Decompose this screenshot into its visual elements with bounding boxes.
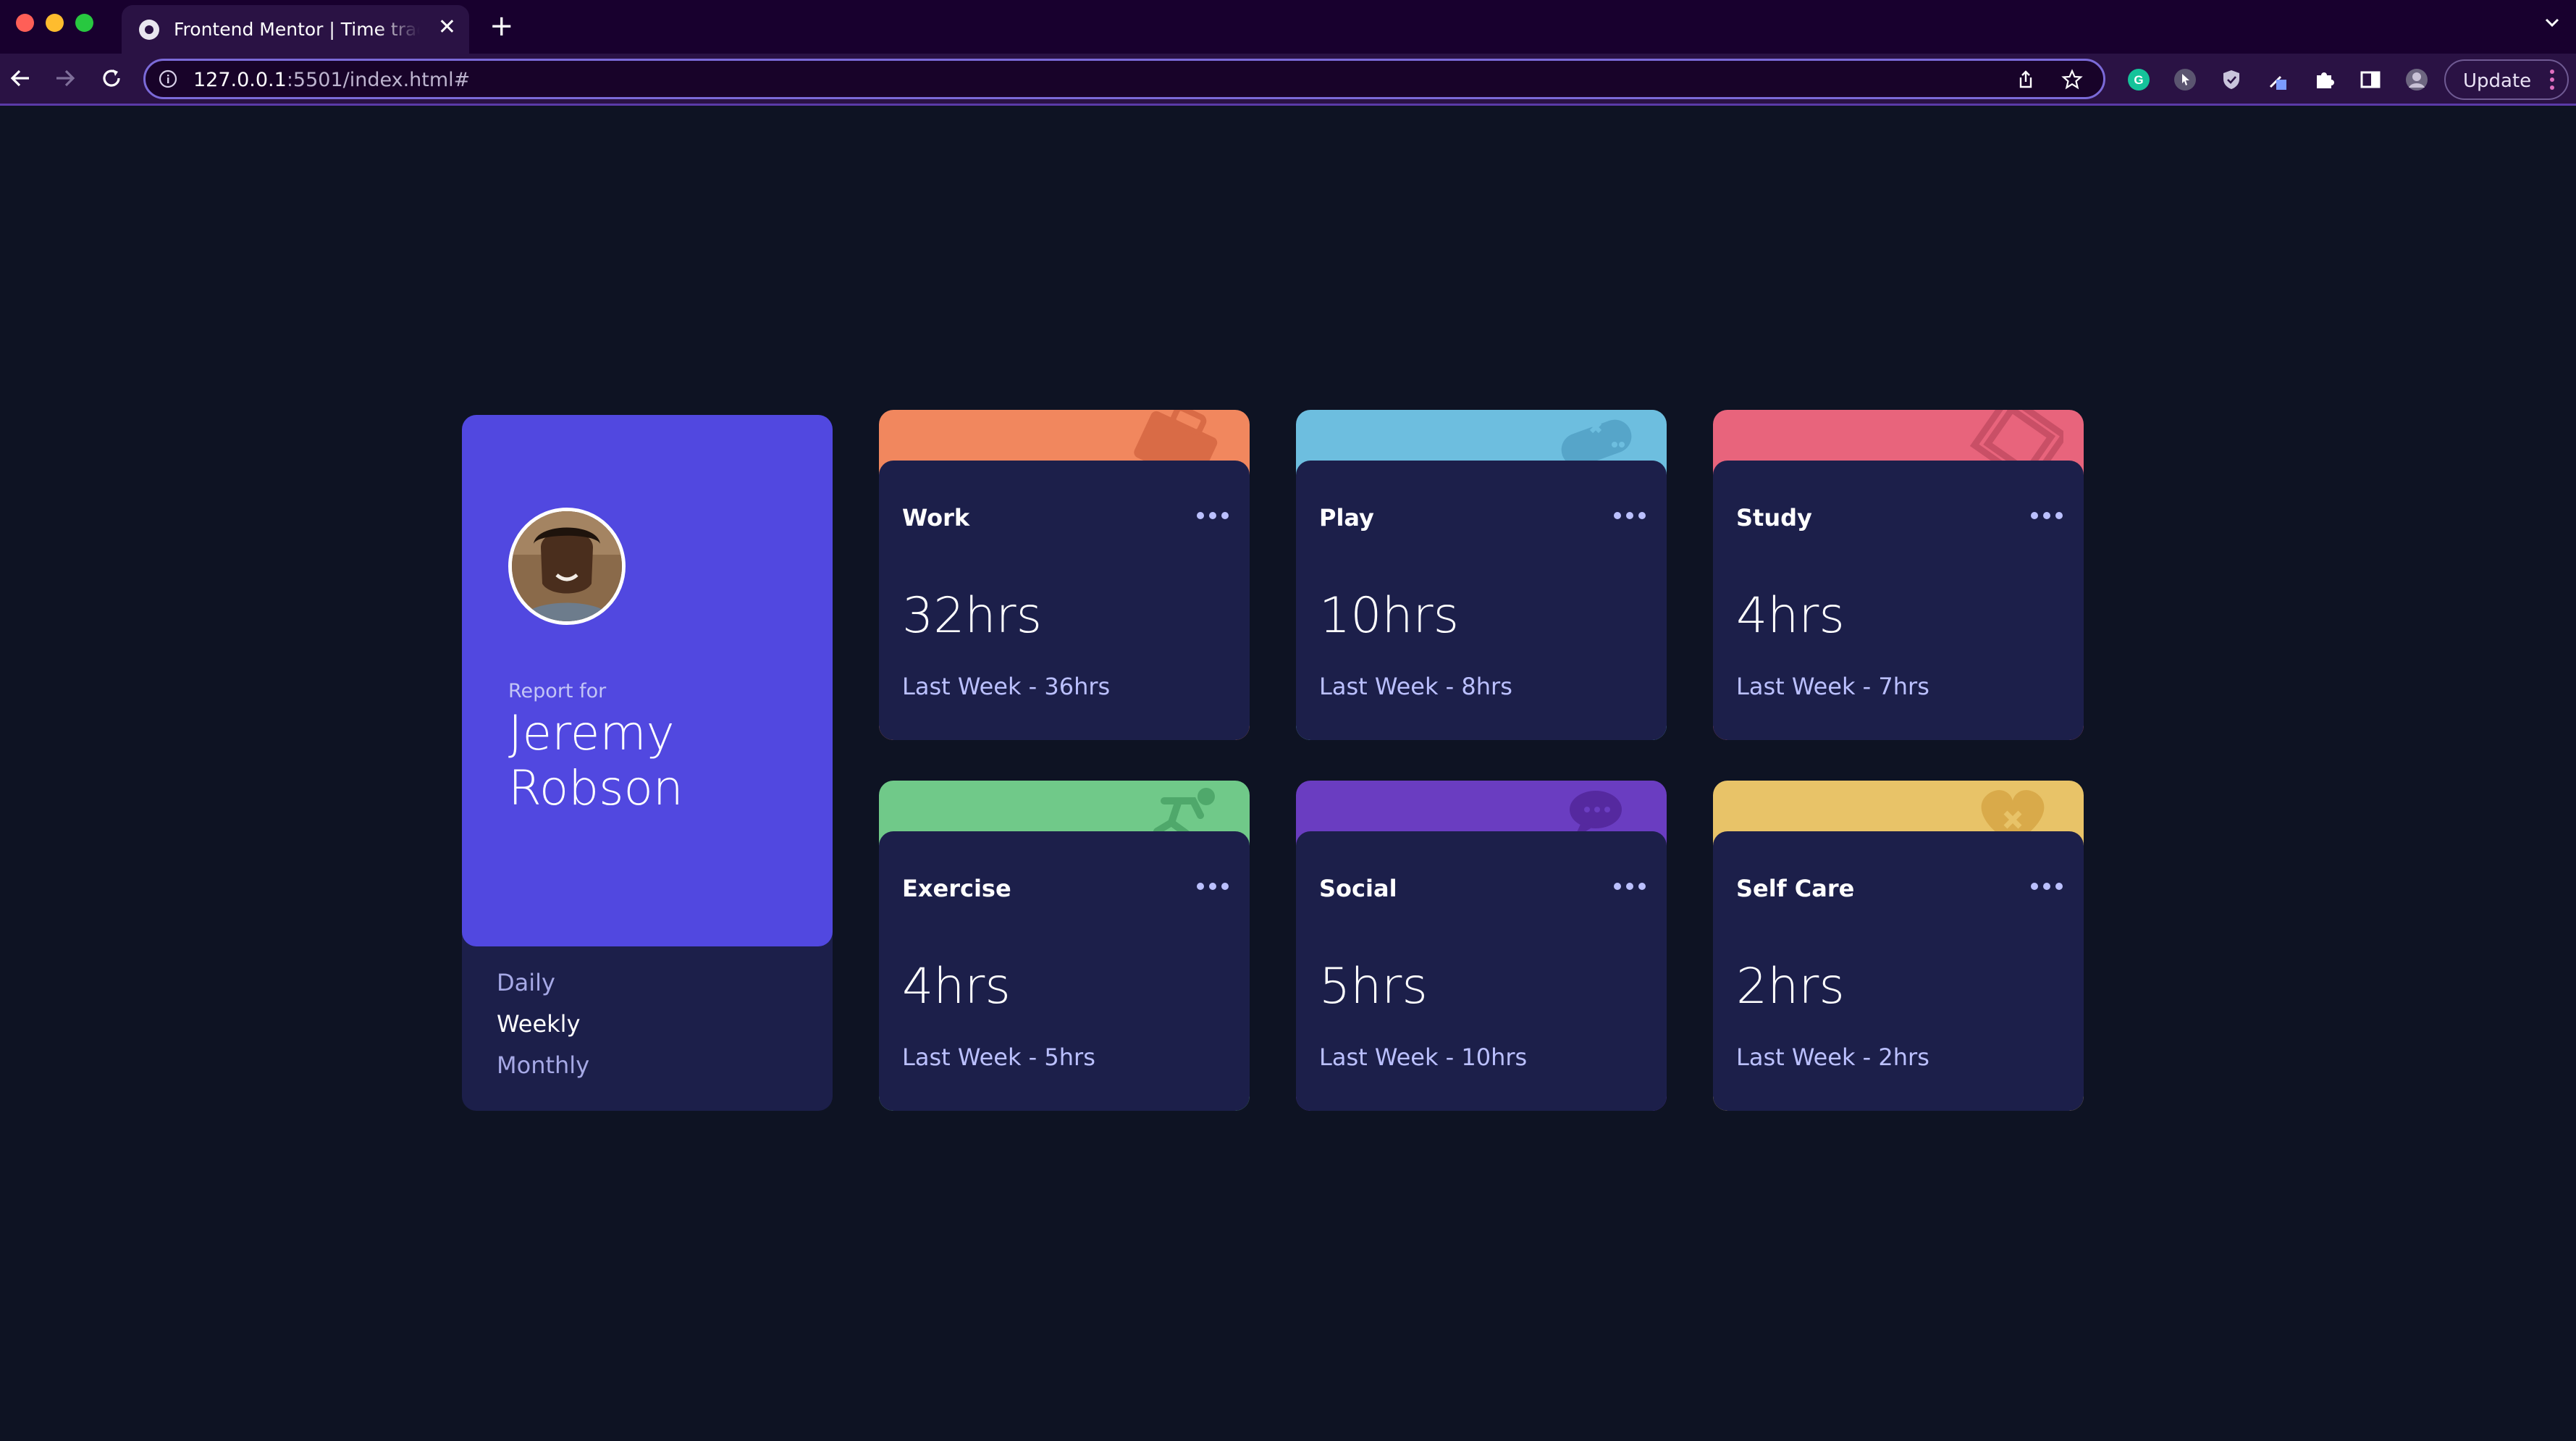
address-bar[interactable]: 127.0.0.1:5501/index.html# bbox=[143, 59, 2105, 99]
activity-card-work: Work 32hrs Last Week - 36hrs bbox=[879, 410, 1250, 740]
activity-previous-hours: Last Week - 36hrs bbox=[902, 673, 1111, 700]
activity-card-study: Study 4hrs Last Week - 7hrs bbox=[1713, 410, 2084, 740]
side-panel-icon[interactable] bbox=[2359, 68, 2382, 91]
browser-tab-strip: Frontend Mentor | Time tracking dashboar… bbox=[0, 0, 2576, 54]
close-window-button[interactable] bbox=[16, 14, 34, 32]
activity-card-body[interactable]: Exercise 4hrs Last Week - 5hrs bbox=[879, 831, 1250, 1111]
ellipsis-menu-icon[interactable] bbox=[1613, 511, 1646, 520]
activity-title: Self Care bbox=[1736, 875, 1855, 902]
bookmark-star-icon[interactable] bbox=[2061, 69, 2083, 91]
user-avatar bbox=[508, 508, 626, 625]
activity-previous-hours: Last Week - 10hrs bbox=[1319, 1043, 1528, 1071]
avatar-photo-icon bbox=[512, 511, 622, 621]
activity-current-hours: 4hrs bbox=[902, 958, 1011, 1015]
profile-header: Report for Jeremy Robson bbox=[462, 415, 833, 946]
browser-tab-active[interactable]: Frontend Mentor | Time tracking dashboar… bbox=[122, 5, 469, 54]
url-host: 127.0.0.1 bbox=[193, 69, 287, 91]
ellipsis-menu-icon[interactable] bbox=[1196, 882, 1229, 891]
activity-card-body[interactable]: Study 4hrs Last Week - 7hrs bbox=[1713, 461, 2084, 740]
activity-previous-hours: Last Week - 2hrs bbox=[1736, 1043, 1929, 1071]
shield-extension-icon[interactable] bbox=[2220, 68, 2243, 91]
extensions-puzzle-icon[interactable] bbox=[2312, 68, 2336, 91]
activity-current-hours: 4hrs bbox=[1736, 587, 1845, 644]
period-weekly[interactable]: Weekly bbox=[497, 1010, 581, 1038]
tab-search-chevron-icon[interactable] bbox=[2544, 14, 2560, 30]
ellipsis-menu-icon[interactable] bbox=[2030, 511, 2063, 520]
activity-title: Work bbox=[902, 504, 970, 532]
more-vertical-icon bbox=[2550, 70, 2554, 90]
update-button[interactable]: Update bbox=[2444, 59, 2569, 100]
reload-icon[interactable] bbox=[98, 65, 125, 91]
activity-card-exercise: Exercise 4hrs Last Week - 5hrs bbox=[879, 781, 1250, 1111]
forward-arrow-icon[interactable] bbox=[52, 65, 78, 91]
activity-card-body[interactable]: Social 5hrs Last Week - 10hrs bbox=[1296, 831, 1667, 1111]
activity-current-hours: 5hrs bbox=[1319, 958, 1428, 1015]
activity-card-body[interactable]: Play 10hrs Last Week - 8hrs bbox=[1296, 461, 1667, 740]
period-daily[interactable]: Daily bbox=[497, 969, 555, 996]
activity-previous-hours: Last Week - 7hrs bbox=[1736, 673, 1929, 700]
activity-card-body[interactable]: Self Care 2hrs Last Week - 2hrs bbox=[1713, 831, 2084, 1111]
activity-card-body[interactable]: Work 32hrs Last Week - 36hrs bbox=[879, 461, 1250, 740]
new-tab-button[interactable]: + bbox=[489, 10, 514, 42]
report-for-label: Report for bbox=[508, 680, 607, 702]
ellipsis-menu-icon[interactable] bbox=[1613, 882, 1646, 891]
activity-title: Exercise bbox=[902, 875, 1011, 902]
activity-current-hours: 32hrs bbox=[902, 587, 1043, 644]
activity-title: Social bbox=[1319, 875, 1397, 902]
ellipsis-menu-icon[interactable] bbox=[2030, 882, 2063, 891]
eyedropper-extension-icon[interactable] bbox=[2266, 68, 2289, 91]
url-text[interactable]: 127.0.0.1:5501/index.html# bbox=[193, 69, 470, 91]
activity-title: Study bbox=[1736, 504, 1812, 532]
site-info-icon[interactable] bbox=[159, 70, 177, 88]
period-monthly[interactable]: Monthly bbox=[497, 1051, 589, 1079]
profile-avatar-icon[interactable] bbox=[2405, 68, 2428, 91]
activity-card-play: Play 10hrs Last Week - 8hrs bbox=[1296, 410, 1667, 740]
activity-previous-hours: Last Week - 8hrs bbox=[1319, 673, 1512, 700]
ellipsis-menu-icon[interactable] bbox=[1196, 511, 1229, 520]
activity-current-hours: 10hrs bbox=[1319, 587, 1460, 644]
svg-text:G: G bbox=[2134, 73, 2143, 87]
update-label: Update bbox=[2463, 70, 2532, 92]
url-path: :5501/index.html# bbox=[286, 69, 471, 91]
activity-card-social: Social 5hrs Last Week - 10hrs bbox=[1296, 781, 1667, 1111]
tab-title: Frontend Mentor | Time tracking dashboar… bbox=[174, 19, 420, 40]
minimize-window-button[interactable] bbox=[46, 14, 64, 32]
maximize-window-button[interactable] bbox=[75, 14, 93, 32]
activity-card-self-care: Self Care 2hrs Last Week - 2hrs bbox=[1713, 781, 2084, 1111]
activity-title: Play bbox=[1319, 504, 1374, 532]
user-name: Jeremy Robson bbox=[508, 705, 683, 816]
cursor-extension-icon[interactable] bbox=[2173, 68, 2197, 91]
activity-previous-hours: Last Week - 5hrs bbox=[902, 1043, 1095, 1071]
frontend-mentor-favicon-icon bbox=[139, 20, 159, 40]
profile-card: Report for Jeremy Robson Daily Weekly Mo… bbox=[462, 415, 833, 1111]
back-arrow-icon[interactable] bbox=[7, 65, 33, 91]
activity-current-hours: 2hrs bbox=[1736, 958, 1845, 1015]
share-icon[interactable] bbox=[2015, 69, 2037, 91]
browser-toolbar: 127.0.0.1:5501/index.html# G Update bbox=[0, 54, 2576, 106]
tab-close-icon[interactable]: ✕ bbox=[438, 15, 456, 40]
grammarly-extension-icon[interactable]: G bbox=[2127, 68, 2150, 91]
